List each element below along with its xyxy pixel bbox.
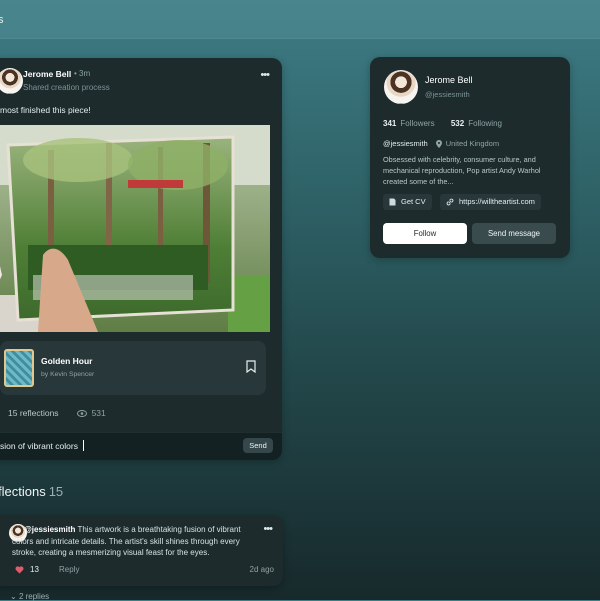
comment-input-row: Send <box>0 432 282 460</box>
profile-meta: @jessiesmith United Kingdom <box>383 139 499 148</box>
website-link[interactable]: https://willtheartist.com <box>440 194 541 210</box>
page-title: s <box>0 14 4 26</box>
artwork-thumbnail <box>4 349 34 387</box>
artwork-artist: by Kevin Spencer <box>41 371 95 378</box>
heart-icon <box>15 565 24 573</box>
comment-card: @jessiesmith This artwork is a breathtak… <box>0 515 283 586</box>
like-button[interactable]: 13 <box>15 565 39 574</box>
eye-icon <box>76 409 87 417</box>
follow-counts: 341 Followers 532 Following <box>383 119 502 128</box>
profile-username: @jessiesmith <box>383 139 428 148</box>
views-stat: 531 <box>76 408 106 418</box>
follow-button[interactable]: Follow <box>383 223 467 244</box>
reply-button[interactable]: Reply <box>59 565 79 574</box>
following-count: 532 <box>450 119 465 128</box>
comment-time: 2d ago <box>249 565 274 574</box>
send-message-button[interactable]: Send message <box>472 223 556 244</box>
link-icon <box>446 198 454 206</box>
author-avatar[interactable] <box>0 68 23 94</box>
profile-bio: Obsessed with celebrity, consumer cultur… <box>383 155 541 186</box>
profile-avatar[interactable] <box>384 70 418 104</box>
reflections-count[interactable]: 15 reflections <box>8 408 59 418</box>
followers-count: 341 <box>383 119 397 128</box>
reflections-total: 15 <box>48 484 64 499</box>
post-stats: 15 reflections 531 <box>0 408 106 418</box>
like-count: 13 <box>30 565 39 574</box>
reflections-heading: flections 15 <box>0 484 63 499</box>
post-caption: most finished this piece! <box>0 105 91 115</box>
post-photo-image <box>0 125 270 332</box>
more-icon[interactable]: ••• <box>260 69 270 81</box>
more-icon[interactable]: ••• <box>263 523 273 535</box>
comment-icon <box>0 409 3 418</box>
comment-input[interactable] <box>0 441 220 451</box>
artwork-item-card[interactable]: Golden Hour by Kevin Spencer <box>0 341 266 395</box>
profile-handle: @jessiesmith <box>425 90 470 99</box>
document-icon <box>389 198 396 206</box>
send-button[interactable]: Send <box>243 438 273 453</box>
following-label[interactable]: Following <box>468 119 502 128</box>
post-author[interactable]: Jerome Bell <box>23 69 71 79</box>
get-cv-label: Get CV <box>401 197 426 206</box>
get-cv-button[interactable]: Get CV <box>383 194 432 210</box>
followers-label[interactable]: Followers <box>400 119 434 128</box>
profile-location: United Kingdom <box>445 139 500 148</box>
reflections-title: flections <box>0 484 46 499</box>
comment-text: @jessiesmith This artwork is a breathtak… <box>12 524 252 559</box>
top-bar: s <box>0 0 600 39</box>
profile-card: Jerome Bell @jessiesmith 341 Followers 53… <box>370 57 570 258</box>
text-caret <box>83 440 84 451</box>
comment-user[interactable]: @jessiesmith <box>24 525 75 534</box>
views-count: 531 <box>91 408 106 418</box>
bookmark-icon[interactable] <box>246 360 256 373</box>
website-label: https://willtheartist.com <box>459 197 535 206</box>
artwork-title: Golden Hour <box>41 356 93 366</box>
profile-name: Jerome Bell <box>425 75 473 85</box>
post-photo[interactable] <box>0 125 270 332</box>
post-card: Jerome Bell • 3m Shared creation process… <box>0 58 282 460</box>
post-subtitle: Shared creation process <box>23 83 110 92</box>
post-time: • 3m <box>74 69 91 78</box>
location-pin-icon <box>435 139 442 148</box>
